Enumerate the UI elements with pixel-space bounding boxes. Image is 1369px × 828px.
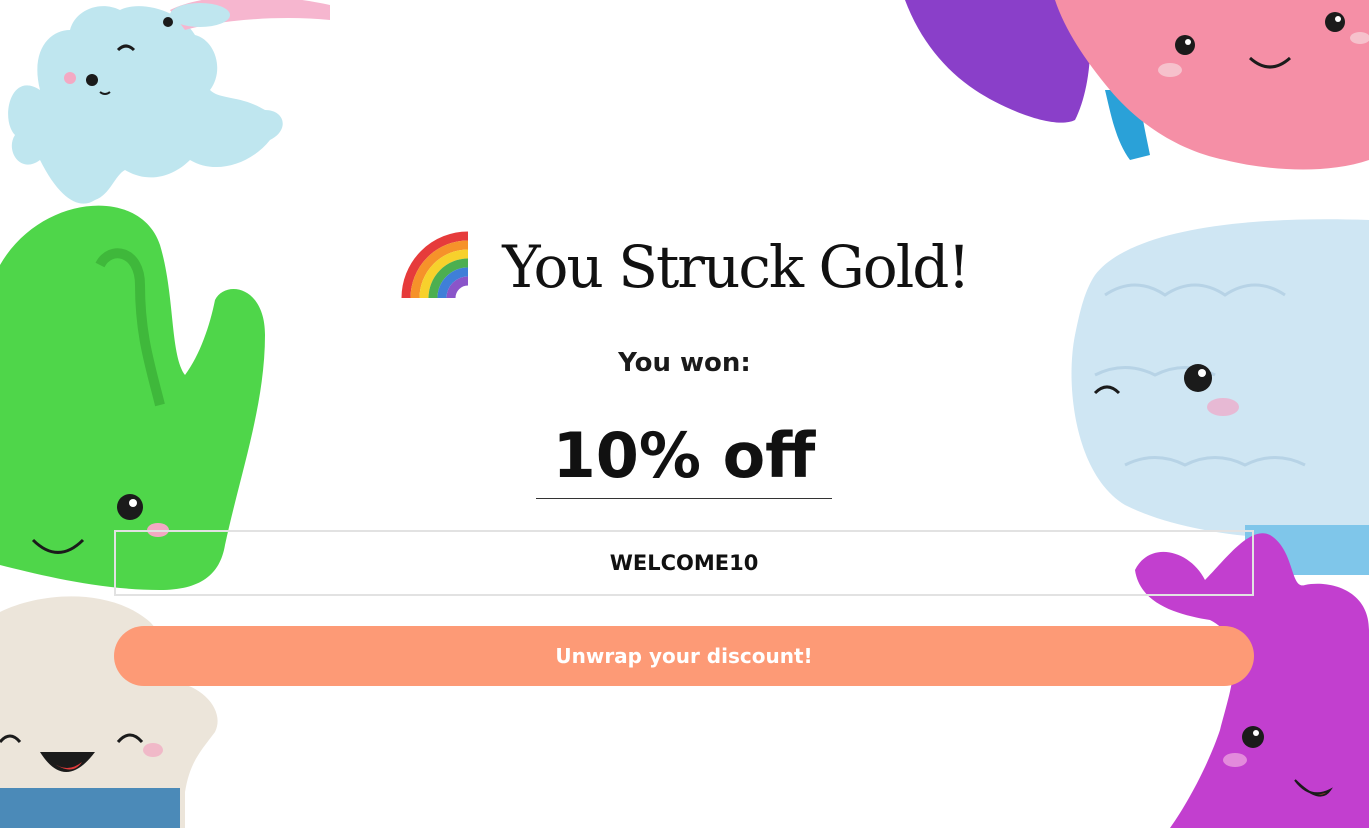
discount-code-field[interactable]: WELCOME10 <box>114 530 1254 596</box>
discount-popup: You Struck Gold! You won: 10% off WELCOM… <box>0 0 1369 828</box>
popup-title: You Struck Gold! <box>502 232 970 301</box>
liver-plush-image <box>905 0 1369 175</box>
axolotl-plush-image <box>0 0 330 215</box>
title-row: You Struck Gold! <box>0 226 1369 307</box>
won-label: You won: <box>618 348 751 378</box>
discount-code-text: WELCOME10 <box>609 551 759 575</box>
prize-amount: 10% off <box>536 418 832 499</box>
unwrap-discount-button[interactable]: Unwrap your discount! <box>114 626 1254 686</box>
rainbow-icon <box>400 226 476 307</box>
